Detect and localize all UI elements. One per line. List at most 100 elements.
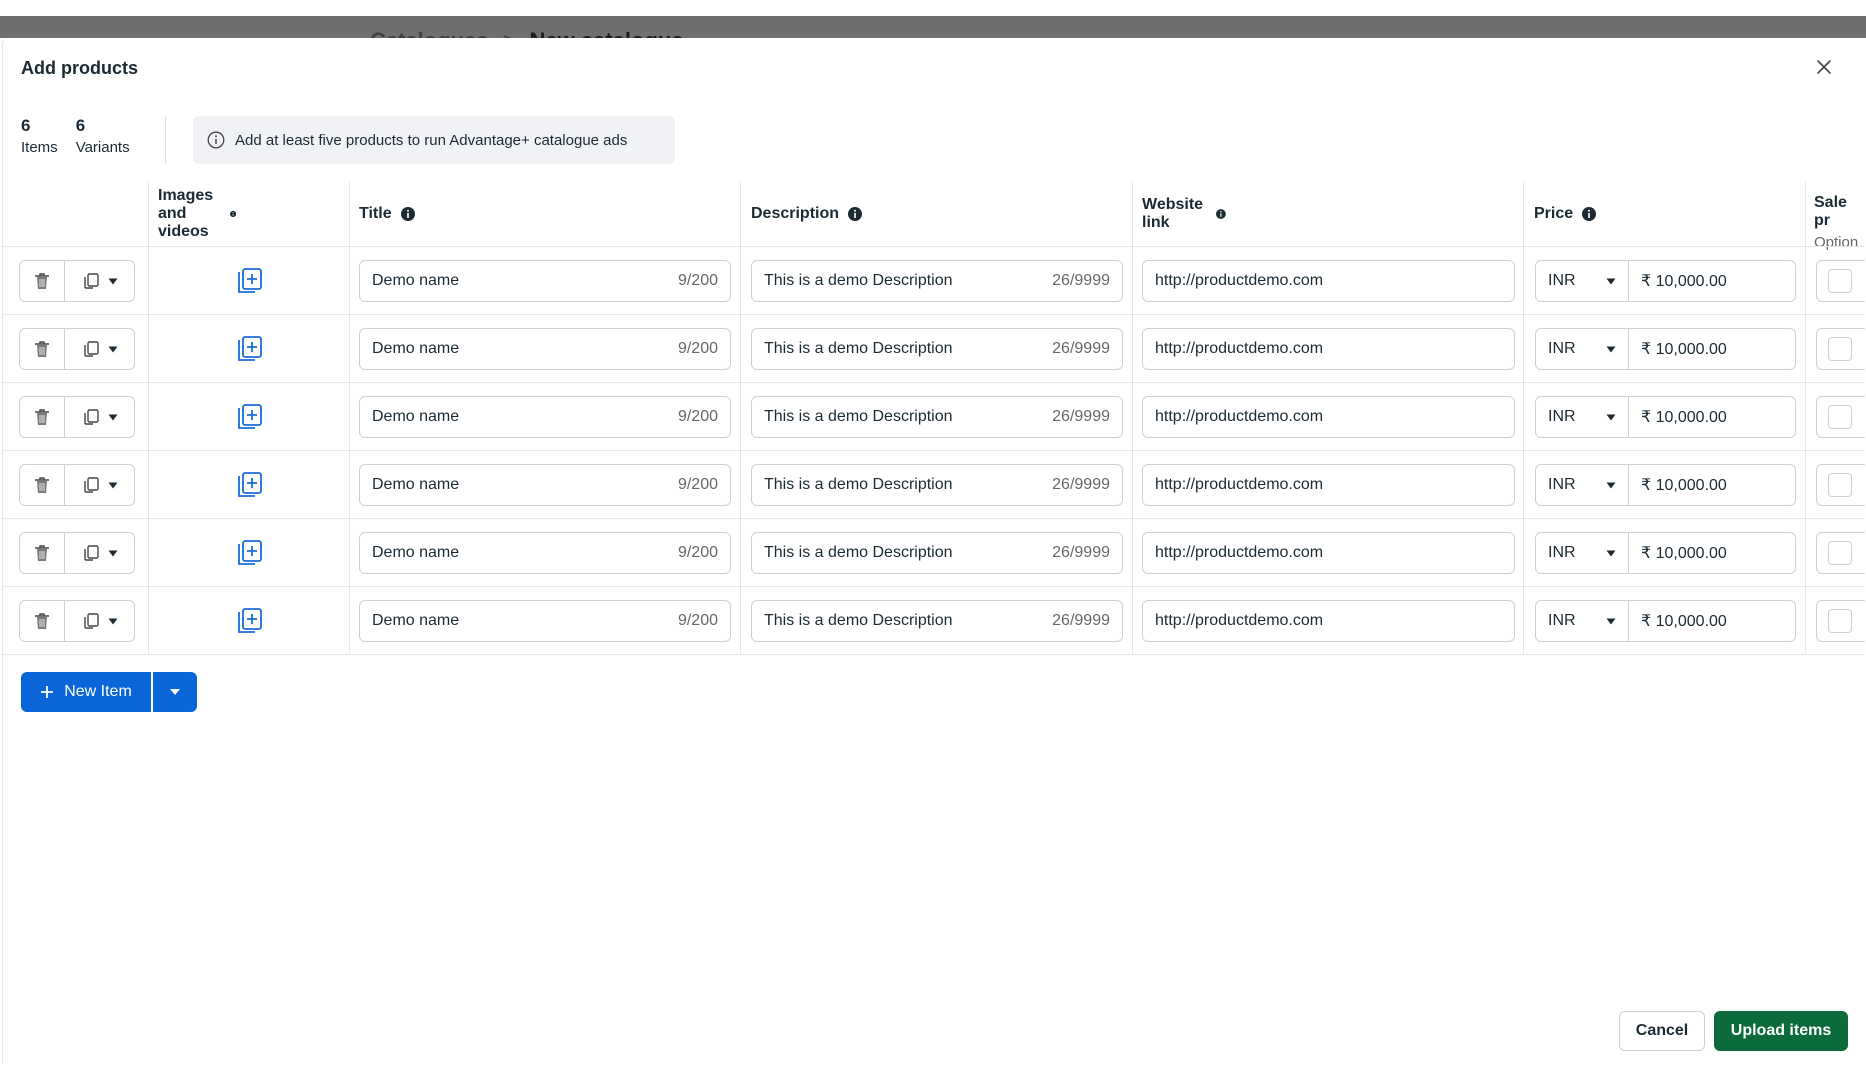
description-input[interactable]: This is a demo Description 26/9999 bbox=[751, 600, 1123, 642]
currency-select[interactable]: INR bbox=[1535, 600, 1629, 642]
add-media-button[interactable] bbox=[235, 266, 265, 296]
new-item-button[interactable]: New Item bbox=[21, 672, 151, 712]
sale-price-input[interactable] bbox=[1816, 464, 1865, 506]
sale-price-checkbox[interactable] bbox=[1828, 473, 1852, 497]
close-button[interactable] bbox=[1809, 52, 1839, 82]
add-media-icon bbox=[238, 608, 262, 633]
delete-row-button[interactable] bbox=[20, 601, 65, 641]
caret-down-icon bbox=[108, 550, 117, 556]
currency-select[interactable]: INR bbox=[1535, 328, 1629, 370]
table-row: Demo name 9/200 This is a demo Descripti… bbox=[3, 451, 1865, 519]
website-link-input[interactable]: http://productdemo.com bbox=[1142, 532, 1515, 574]
items-stat: 6 Items bbox=[21, 116, 58, 156]
caret-down-icon bbox=[108, 414, 117, 420]
info-icon[interactable] bbox=[848, 207, 863, 221]
table-row: Demo name 9/200 This is a demo Descripti… bbox=[3, 519, 1865, 587]
title-value: Demo name bbox=[372, 544, 460, 561]
sale-price-checkbox[interactable] bbox=[1828, 609, 1852, 633]
top-bar: Catalogues > New catalogue bbox=[0, 0, 1866, 53]
website-link-input[interactable]: http://productdemo.com bbox=[1142, 260, 1515, 302]
add-media-button[interactable] bbox=[235, 538, 265, 568]
currency-select[interactable]: INR bbox=[1535, 396, 1629, 438]
duplicate-row-button[interactable] bbox=[65, 465, 134, 505]
delete-row-button[interactable] bbox=[20, 397, 65, 437]
duplicate-row-button[interactable] bbox=[65, 397, 134, 437]
add-media-button[interactable] bbox=[235, 470, 265, 500]
title-input[interactable]: Demo name 9/200 bbox=[359, 532, 731, 574]
duplicate-row-button[interactable] bbox=[65, 261, 134, 301]
website-link-input[interactable]: http://productdemo.com bbox=[1142, 328, 1515, 370]
add-media-button[interactable] bbox=[235, 402, 265, 432]
price-value: ₹ 10,000.00 bbox=[1641, 545, 1727, 562]
currency-select[interactable]: INR bbox=[1535, 260, 1629, 302]
price-input[interactable]: ₹ 10,000.00 bbox=[1628, 600, 1796, 642]
description-value: This is a demo Description bbox=[764, 612, 953, 629]
add-media-button[interactable] bbox=[235, 334, 265, 364]
column-header-sale-price: Sale pr Option bbox=[1814, 194, 1858, 251]
info-icon[interactable] bbox=[229, 207, 237, 221]
price-input[interactable]: ₹ 10,000.00 bbox=[1628, 532, 1796, 574]
sale-price-checkbox[interactable] bbox=[1828, 405, 1852, 429]
trash-icon bbox=[35, 613, 49, 629]
delete-row-button[interactable] bbox=[20, 533, 65, 573]
website-link-input[interactable]: http://productdemo.com bbox=[1142, 396, 1515, 438]
currency-value: INR bbox=[1548, 408, 1576, 425]
price-input[interactable]: ₹ 10,000.00 bbox=[1628, 260, 1796, 302]
website-link-input[interactable]: http://productdemo.com bbox=[1142, 464, 1515, 506]
stats: 6 Items 6 Variants bbox=[21, 116, 130, 156]
info-icon[interactable] bbox=[400, 207, 415, 221]
description-input[interactable]: This is a demo Description 26/9999 bbox=[751, 464, 1123, 506]
caret-down-icon bbox=[1606, 346, 1616, 352]
price-input[interactable]: ₹ 10,000.00 bbox=[1628, 464, 1796, 506]
title-input[interactable]: Demo name 9/200 bbox=[359, 464, 731, 506]
description-input[interactable]: This is a demo Description 26/9999 bbox=[751, 328, 1123, 370]
website-link-value: http://productdemo.com bbox=[1155, 272, 1324, 289]
title-input[interactable]: Demo name 9/200 bbox=[359, 260, 731, 302]
sale-price-input[interactable] bbox=[1816, 260, 1865, 302]
caret-down-icon bbox=[108, 482, 117, 488]
column-header-website-label: Website link bbox=[1142, 196, 1204, 231]
website-link-input[interactable]: http://productdemo.com bbox=[1142, 600, 1515, 642]
delete-row-button[interactable] bbox=[20, 465, 65, 505]
cancel-button[interactable]: Cancel bbox=[1619, 1011, 1705, 1051]
duplicate-row-button[interactable] bbox=[65, 601, 134, 641]
trash-icon bbox=[35, 545, 49, 561]
new-item-dropdown-button[interactable] bbox=[153, 672, 197, 712]
description-input[interactable]: This is a demo Description 26/9999 bbox=[751, 396, 1123, 438]
sale-price-checkbox[interactable] bbox=[1828, 541, 1852, 565]
title-value: Demo name bbox=[372, 408, 460, 425]
info-icon[interactable] bbox=[1216, 207, 1227, 221]
delete-row-button[interactable] bbox=[20, 261, 65, 301]
column-header-images: Images and videos bbox=[158, 182, 237, 246]
caret-down-icon bbox=[108, 278, 117, 284]
duplicate-row-button[interactable] bbox=[65, 329, 134, 369]
delete-row-button[interactable] bbox=[20, 329, 65, 369]
price-input[interactable]: ₹ 10,000.00 bbox=[1628, 396, 1796, 438]
upload-items-button[interactable]: Upload items bbox=[1714, 1011, 1848, 1051]
title-char-count: 9/200 bbox=[677, 476, 718, 493]
currency-value: INR bbox=[1548, 476, 1576, 493]
currency-select[interactable]: INR bbox=[1535, 532, 1629, 574]
copy-icon bbox=[83, 477, 99, 493]
description-input[interactable]: This is a demo Description 26/9999 bbox=[751, 532, 1123, 574]
sale-price-checkbox[interactable] bbox=[1828, 337, 1852, 361]
add-media-button[interactable] bbox=[235, 606, 265, 636]
title-input[interactable]: Demo name 9/200 bbox=[359, 600, 731, 642]
price-input[interactable]: ₹ 10,000.00 bbox=[1628, 328, 1796, 370]
sale-price-input[interactable] bbox=[1816, 328, 1865, 370]
info-banner: Add at least five products to run Advant… bbox=[193, 116, 675, 164]
title-input[interactable]: Demo name 9/200 bbox=[359, 328, 731, 370]
description-input[interactable]: This is a demo Description 26/9999 bbox=[751, 260, 1123, 302]
close-icon bbox=[1817, 60, 1831, 74]
info-icon[interactable] bbox=[1582, 207, 1597, 221]
sale-price-input[interactable] bbox=[1816, 532, 1865, 574]
sale-price-input[interactable] bbox=[1816, 600, 1865, 642]
add-media-icon bbox=[238, 540, 262, 565]
table-row: Demo name 9/200 This is a demo Descripti… bbox=[3, 247, 1865, 315]
sale-price-checkbox[interactable] bbox=[1828, 269, 1852, 293]
title-input[interactable]: Demo name 9/200 bbox=[359, 396, 731, 438]
currency-select[interactable]: INR bbox=[1535, 464, 1629, 506]
sale-price-input[interactable] bbox=[1816, 396, 1865, 438]
price-value: ₹ 10,000.00 bbox=[1641, 613, 1727, 630]
duplicate-row-button[interactable] bbox=[65, 533, 134, 573]
